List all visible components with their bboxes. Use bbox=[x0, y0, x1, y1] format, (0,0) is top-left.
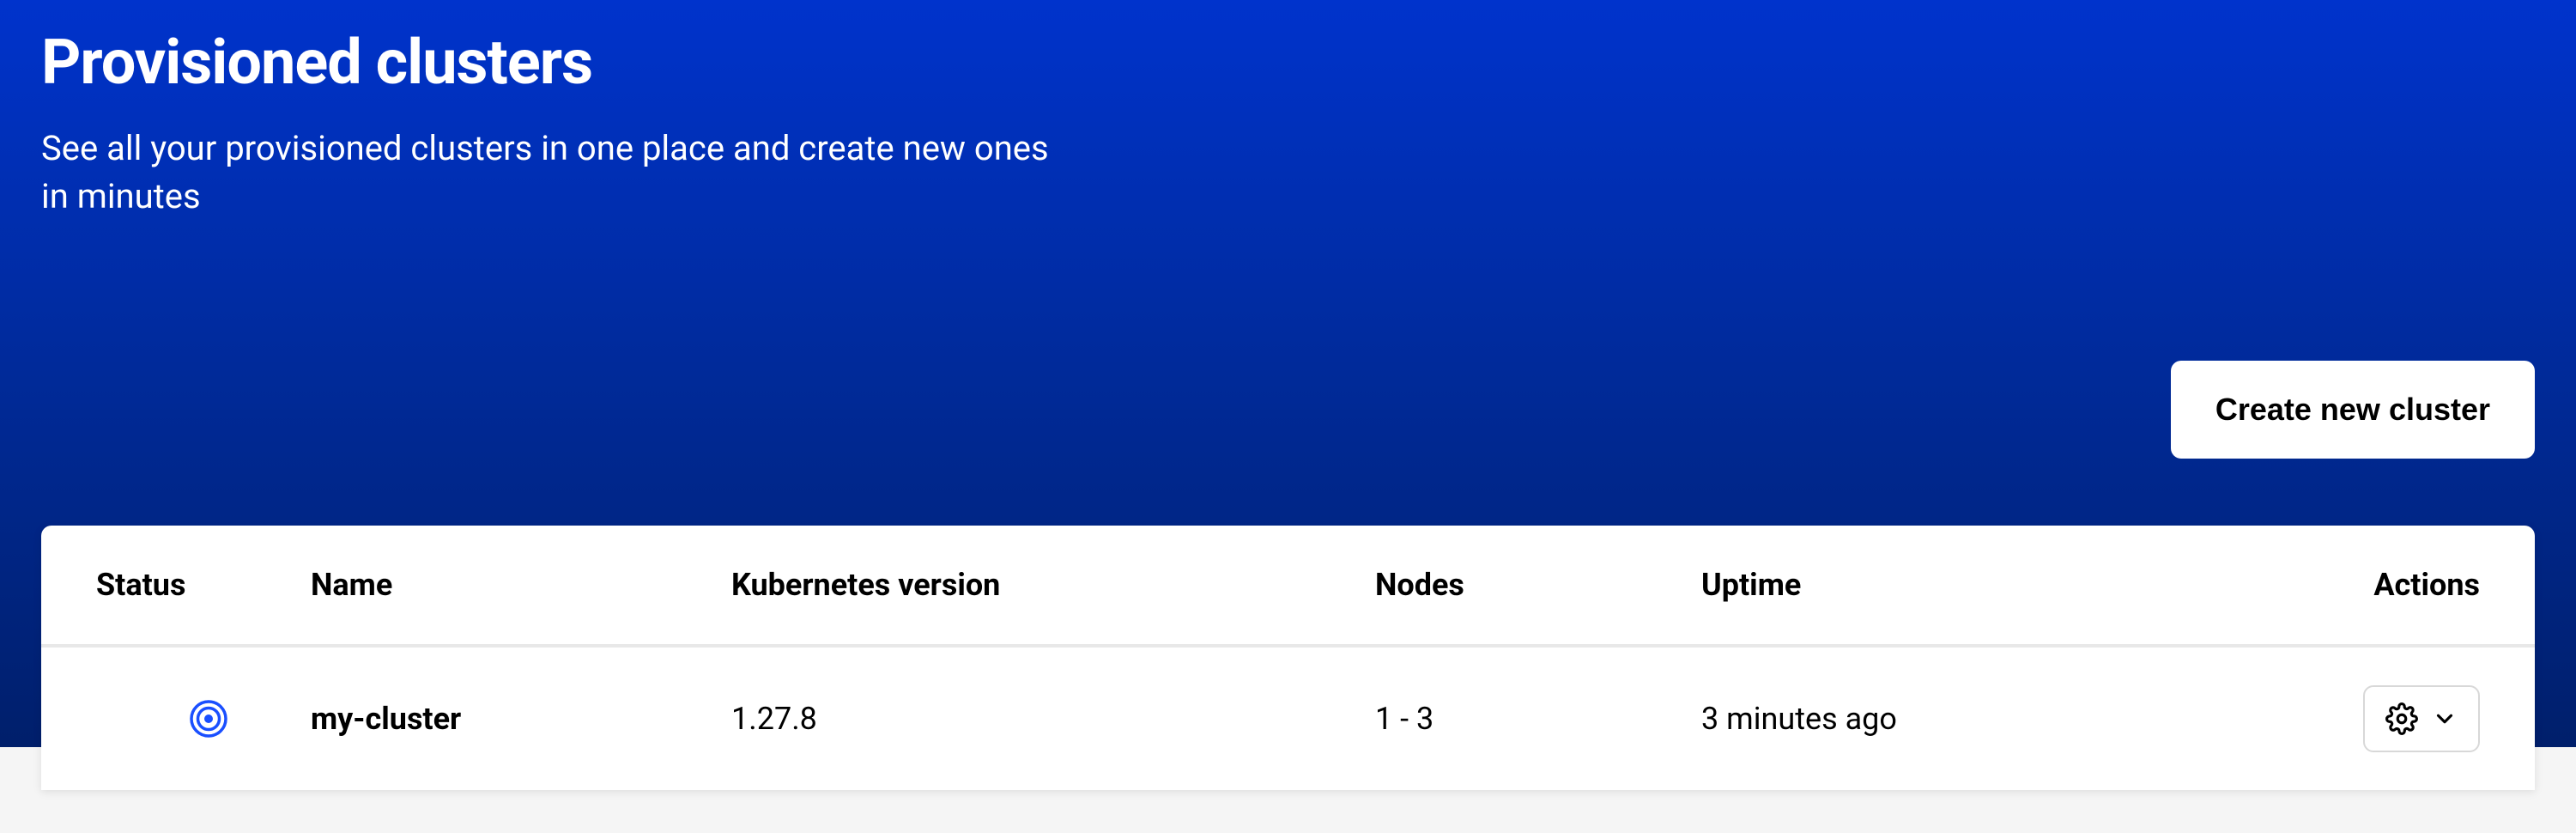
cell-version: 1.27.8 bbox=[731, 701, 1375, 737]
hero-section: Provisioned clusters See all your provis… bbox=[0, 0, 2576, 747]
column-header-actions: Actions bbox=[2308, 567, 2480, 603]
cell-name[interactable]: my-cluster bbox=[311, 701, 731, 737]
cell-status bbox=[96, 699, 311, 739]
row-actions-button[interactable] bbox=[2363, 685, 2480, 752]
create-new-cluster-button[interactable]: Create new cluster bbox=[2171, 361, 2535, 459]
cell-actions bbox=[2308, 685, 2480, 752]
status-icon-wrap bbox=[96, 699, 311, 739]
column-header-name: Name bbox=[311, 567, 731, 603]
page-title: Provisioned clusters bbox=[41, 26, 2535, 99]
clusters-table: Status Name Kubernetes version Nodes Upt… bbox=[41, 526, 2535, 790]
cell-nodes: 1 - 3 bbox=[1375, 701, 1701, 737]
column-header-version: Kubernetes version bbox=[731, 567, 1375, 603]
column-header-uptime: Uptime bbox=[1701, 567, 2308, 603]
gear-icon bbox=[2385, 702, 2418, 735]
column-header-status: Status bbox=[96, 567, 311, 603]
table-row[interactable]: my-cluster 1.27.8 1 - 3 3 minutes ago bbox=[41, 648, 2535, 790]
chevron-down-icon bbox=[2432, 706, 2458, 732]
cell-uptime: 3 minutes ago bbox=[1701, 701, 2308, 737]
create-button-wrap: Create new cluster bbox=[2171, 361, 2535, 459]
target-spinner-icon bbox=[189, 699, 228, 739]
table-header-row: Status Name Kubernetes version Nodes Upt… bbox=[41, 526, 2535, 648]
column-header-nodes: Nodes bbox=[1375, 567, 1701, 603]
page-subtitle: See all your provisioned clusters in one… bbox=[41, 125, 1071, 221]
